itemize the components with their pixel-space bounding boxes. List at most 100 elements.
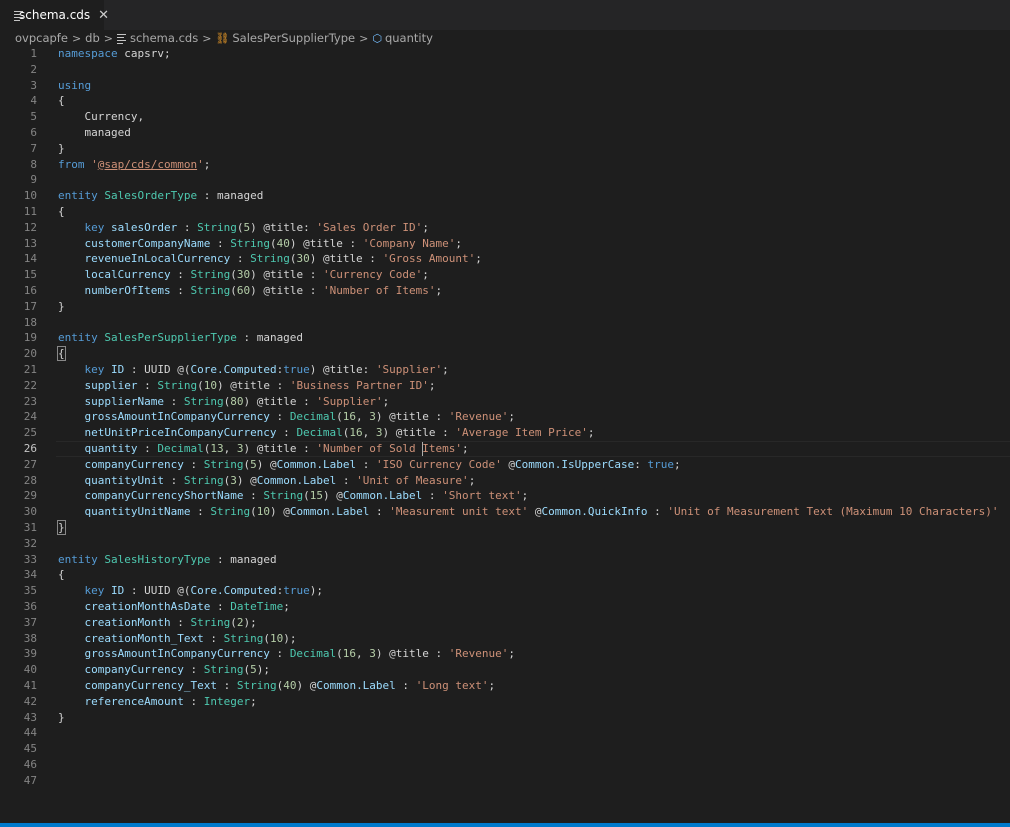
code-token: ( (230, 615, 237, 629)
code-token: } (57, 520, 66, 535)
code-token: : (137, 378, 158, 392)
code-line[interactable]: 1 namespace capsrv; (0, 46, 1010, 62)
code-text: } (58, 299, 65, 315)
code-token: { (57, 346, 66, 362)
code-line[interactable]: 47 (0, 773, 1010, 789)
code-line[interactable]: 20 { (0, 346, 1010, 362)
code-token: 60 (236, 284, 251, 297)
code-line[interactable]: 44 (0, 725, 1010, 741)
code-line[interactable]: 16 numberOfItems : String(60) @title : '… (0, 283, 1010, 299)
code-editor[interactable]: 1 namespace capsrv; 2 3 using 4{5 Currency, 6 … (0, 46, 1010, 820)
breadcrumb-item-folder[interactable]: ovpcapfe (15, 31, 68, 45)
code-token: ; (455, 236, 463, 250)
code-line[interactable]: 24 grossAmountInCompanyCurrency : Decima… (0, 409, 1010, 425)
code-token: managed (58, 126, 131, 139)
line-number: 37 (23, 615, 37, 629)
code-text: grossAmountInCompanyCurrency : Decimal(1… (58, 409, 516, 425)
code-line[interactable]: 42 referenceAmount : Integer; (0, 694, 1010, 710)
code-line[interactable]: 7} (0, 141, 1010, 157)
chevron-right-icon: > (71, 31, 82, 45)
code-line[interactable]: 31} (0, 520, 1010, 536)
code-line[interactable]: 21 key ID : UUID @(Core.Computed:true) @… (0, 362, 1010, 378)
code-line[interactable]: 33 entity SalesHistoryType : managed (0, 552, 1010, 568)
code-token: salesOrder (111, 220, 178, 234)
code-line[interactable]: 3 using (0, 78, 1010, 94)
code-line[interactable]: 6 managed (0, 125, 1010, 141)
code-line[interactable]: 2 (0, 62, 1010, 78)
code-line[interactable]: 25 netUnitPriceInCompanyCurrency : Decim… (0, 425, 1010, 441)
line-number: 18 (23, 315, 37, 329)
code-text: { (58, 567, 65, 583)
code-line[interactable]: 38 creationMonth_Text : String(10); (0, 631, 1010, 647)
code-line[interactable]: 15 localCurrency : String(30) @title : '… (0, 267, 1010, 283)
breadcrumb-item-field[interactable]: ⬡ quantity (372, 31, 433, 45)
code-line[interactable]: 5 Currency, (0, 109, 1010, 125)
code-token: 10 (256, 505, 270, 519)
code-line[interactable]: 39 grossAmountInCompanyCurrency : Decima… (0, 646, 1010, 662)
code-line[interactable]: 40 companyCurrency : String(5); (0, 662, 1010, 678)
code-line[interactable]: 35 key ID : UUID @(Core.Computed:true); (0, 583, 1010, 599)
code-token: ( (230, 268, 237, 282)
code-line[interactable]: 12 key salesOrder : String(5) @title: 'S… (0, 220, 1010, 236)
code-line[interactable]: 32 (0, 536, 1010, 552)
line-number: 31 (23, 521, 37, 534)
code-line[interactable]: 45 (0, 741, 1010, 757)
code-line[interactable]: 4{ (0, 93, 1010, 109)
code-text: referenceAmount : Integer; (58, 694, 257, 710)
code-token: Common.Label (276, 457, 357, 471)
code-token: true (647, 457, 675, 471)
code-line[interactable]: 18 (0, 315, 1010, 331)
code-line[interactable]: 41 companyCurrency_Text : String(40) @Co… (0, 678, 1010, 694)
code-line[interactable]: 11 { (0, 204, 1010, 220)
code-token: 3 (230, 473, 237, 487)
line-number: 5 (30, 110, 37, 124)
code-token: String (183, 394, 224, 408)
code-token: true (283, 584, 310, 598)
code-line[interactable]: 30 quantityUnitName : String(10) @Common… (0, 504, 1010, 520)
field-cube-icon: ⬡ (372, 31, 382, 45)
code-line[interactable]: 17} (0, 299, 1010, 315)
code-line[interactable]: 8 from '@sap/cds/common'; (0, 157, 1010, 173)
code-line[interactable]: 37 creationMonth : String(2); (0, 615, 1010, 631)
code-text: companyCurrency : String(5); (58, 662, 270, 678)
code-line[interactable]: 19 entity SalesPerSupplierType : managed (0, 330, 1010, 346)
code-line[interactable]: 10 entity SalesOrderType : managed (0, 188, 1010, 204)
tab-schema-cds[interactable]: schema.cds ✕ (0, 0, 109, 30)
tab-bar: schema.cds ✕ (0, 0, 1010, 30)
code-line[interactable]: 23 supplierName : String(80) @title : 'S… (0, 394, 1010, 410)
code-token: referenceAmount (84, 694, 184, 708)
code-line[interactable]: 36 creationMonthAsDate : DateTime; (0, 599, 1010, 615)
code-token: ) @title: (250, 220, 317, 234)
code-line[interactable]: 46 (0, 757, 1010, 773)
breadcrumb-item-file[interactable]: schema.cds (116, 31, 198, 45)
code-line[interactable]: 13 customerCompanyName : String(40) @tit… (0, 236, 1010, 252)
code-token: ; (674, 457, 681, 471)
line-number: 36 (23, 600, 37, 613)
code-text: creationMonthAsDate : DateTime; (58, 599, 290, 615)
code-token: Currency, (58, 110, 145, 124)
code-line[interactable]: 28 quantityUnit : String(3) @Common.Labe… (0, 473, 1010, 489)
breadcrumb-item-entity[interactable]: ⛓ SalesPerSupplierType (215, 31, 355, 45)
code-token: 'Number of Sold (316, 442, 423, 455)
code-token: ) @title : (289, 236, 363, 250)
code-token: ; (488, 679, 496, 692)
code-token: 'Average Item Price' (455, 426, 588, 440)
code-line[interactable]: 34 { (0, 567, 1010, 583)
code-token: key (84, 584, 105, 598)
code-line[interactable]: 29 companyCurrencyShortName : String(15)… (0, 488, 1010, 504)
code-line[interactable]: 14 revenueInLocalCurrency : String(30) @… (0, 251, 1010, 267)
code-line[interactable]: 26 quantity : Decimal(13, 3) @title : 'N… (0, 441, 1010, 457)
code-line[interactable]: 22 supplier : String(10) @title : 'Busin… (0, 378, 1010, 394)
code-line[interactable]: 9 (0, 172, 1010, 188)
code-token: 'Long text' (415, 679, 489, 692)
close-icon[interactable]: ✕ (98, 8, 109, 23)
breadcrumb-item-db[interactable]: db (85, 31, 100, 45)
code-token: quantityUnit (84, 473, 164, 487)
code-line[interactable]: 27 companyCurrency : String(5) @Common.L… (0, 457, 1010, 473)
code-token: ; (382, 394, 390, 408)
code-line[interactable]: 43} (0, 710, 1010, 726)
line-number: 2 (30, 62, 37, 76)
